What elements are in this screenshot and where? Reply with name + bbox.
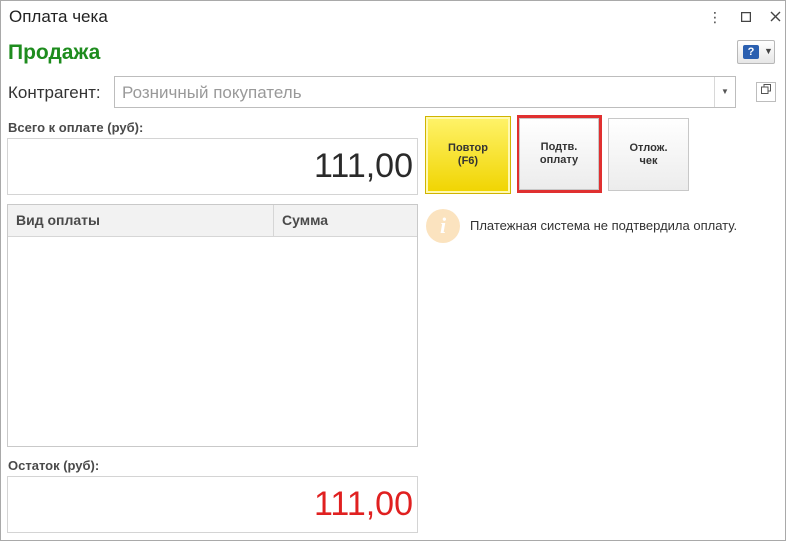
confirm-payment-button[interactable]: Подтв. оплату bbox=[519, 118, 599, 190]
open-counterparty-button[interactable] bbox=[756, 82, 776, 102]
table-header: Вид оплаты Сумма bbox=[8, 205, 417, 237]
column-header-amount[interactable]: Сумма bbox=[274, 205, 417, 236]
payment-dialog: Оплата чека ⋮ Продажа ? ▼ Контрагент: ▼ … bbox=[0, 0, 786, 541]
confirm-payment-label: Подтв. оплату bbox=[539, 141, 579, 166]
title-bar: Оплата чека ⋮ bbox=[1, 1, 785, 33]
remainder-label: Остаток (руб): bbox=[8, 458, 100, 473]
chevron-down-icon: ▼ bbox=[764, 46, 773, 56]
counterparty-label: Контрагент: bbox=[8, 83, 101, 102]
close-icon[interactable] bbox=[764, 6, 786, 28]
total-amount: 111,00 bbox=[7, 138, 418, 195]
open-window-icon bbox=[761, 84, 771, 94]
retry-button-label: Повтор (F6) bbox=[448, 142, 488, 167]
payments-table[interactable]: Вид оплаты Сумма bbox=[7, 204, 418, 447]
total-label: Всего к оплате (руб): bbox=[8, 120, 144, 135]
more-vertical-icon[interactable]: ⋮ bbox=[704, 6, 726, 28]
postpone-check-label: Отлож. чек bbox=[629, 141, 668, 167]
window-title: Оплата чека bbox=[9, 7, 108, 26]
postpone-check-button[interactable]: Отлож. чек bbox=[608, 118, 689, 191]
maximize-icon[interactable] bbox=[735, 6, 757, 28]
page-title: Продажа bbox=[8, 41, 101, 64]
counterparty-input[interactable] bbox=[120, 78, 719, 108]
info-icon: i bbox=[426, 209, 460, 243]
column-header-payment-type[interactable]: Вид оплаты bbox=[8, 205, 274, 236]
dropdown-arrow-icon[interactable]: ▼ bbox=[714, 77, 735, 107]
help-icon: ? bbox=[743, 45, 759, 59]
status-message: Платежная система не подтвердила оплату. bbox=[470, 218, 738, 233]
help-button[interactable]: ? ▼ bbox=[737, 40, 775, 64]
retry-button[interactable]: Повтор (F6) bbox=[425, 116, 511, 194]
counterparty-field[interactable]: ▼ bbox=[114, 76, 736, 108]
remainder-amount: 111,00 bbox=[7, 476, 418, 533]
